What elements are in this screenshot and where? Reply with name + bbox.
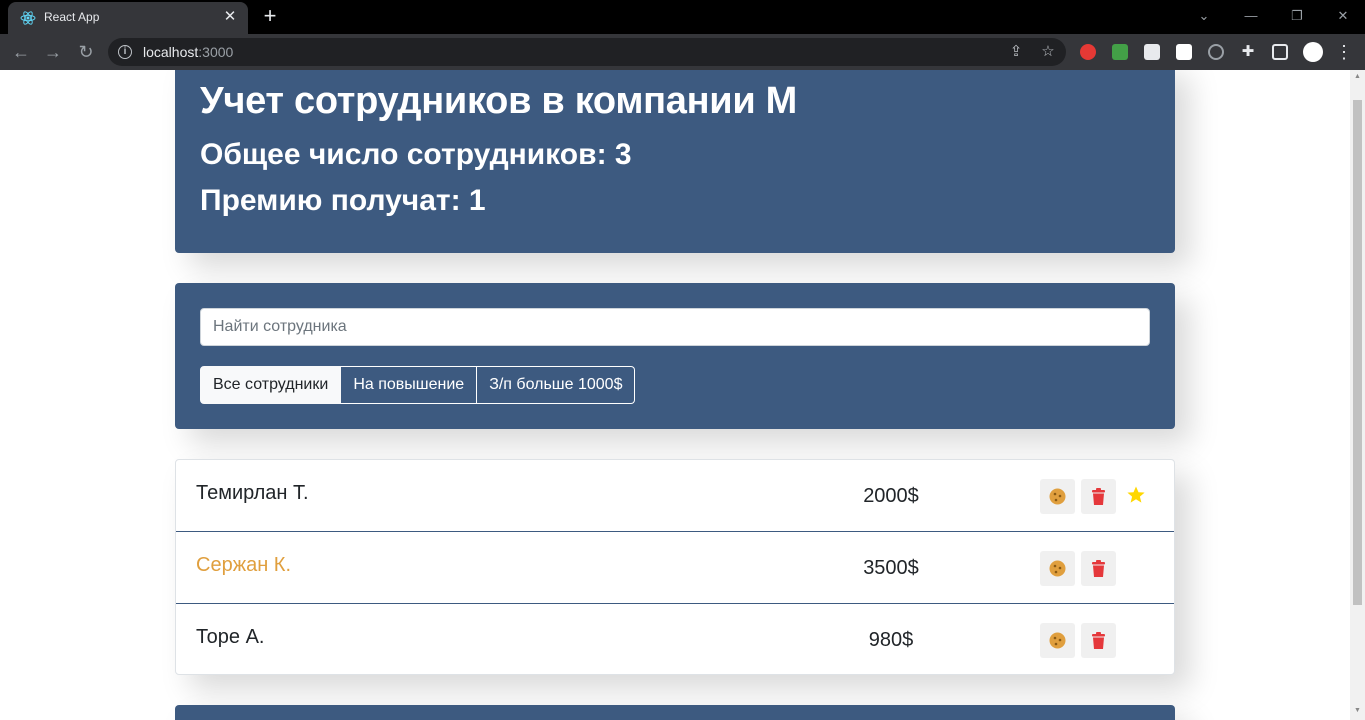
- filter-increase-button[interactable]: На повышение: [341, 366, 478, 404]
- employee-salary[interactable]: 2000$: [816, 485, 966, 508]
- filter-all-button[interactable]: Все сотрудники: [200, 366, 342, 404]
- trash-icon: [1092, 560, 1105, 577]
- minimize-button[interactable]: —: [1240, 6, 1262, 26]
- close-tab-icon[interactable]: ✕: [222, 9, 238, 25]
- employees-list: Темирлан Т. 2000$ Сержан К. 3500$ Торе А…: [175, 459, 1175, 675]
- browser-titlebar: React App ✕ + ⌄ — ❐ ✕: [0, 0, 1365, 34]
- cookie-button[interactable]: [1040, 623, 1075, 658]
- app-info-panel: Учет сотрудников в компании M Общее числ…: [175, 70, 1175, 253]
- cookie-button[interactable]: [1040, 479, 1075, 514]
- cookie-icon: [1049, 632, 1066, 649]
- sidebar-icon[interactable]: [1272, 44, 1288, 60]
- employee-name[interactable]: Темирлан Т.: [196, 482, 309, 505]
- browser-toolbar: ← → ↻ i localhost:3000 ⇪ ☆ ✚ ⋮: [0, 34, 1365, 70]
- new-tab-button[interactable]: +: [260, 5, 280, 27]
- reload-icon[interactable]: ↻: [74, 40, 98, 64]
- profile-icon[interactable]: [1303, 42, 1323, 62]
- employee-name[interactable]: Сержан К.: [196, 554, 291, 577]
- cookie-icon: [1049, 488, 1066, 505]
- extension-3-icon[interactable]: [1144, 44, 1160, 60]
- extension-2-icon[interactable]: [1112, 44, 1128, 60]
- info-icon[interactable]: i: [118, 45, 132, 59]
- employee-name[interactable]: Торе А.: [196, 626, 264, 649]
- react-icon: [20, 11, 36, 25]
- delete-button[interactable]: [1081, 551, 1116, 586]
- page-title: Учет сотрудников в компании M: [200, 80, 798, 122]
- trash-icon: [1092, 488, 1105, 505]
- back-icon[interactable]: ←: [9, 40, 33, 64]
- bookmark-star-icon[interactable]: ☆: [1038, 42, 1058, 62]
- extension-5-icon[interactable]: [1208, 44, 1224, 60]
- extension-aero-icon[interactable]: [1176, 44, 1192, 60]
- total-employees-label: Общее число сотрудников: 3: [200, 138, 632, 171]
- browser-tab[interactable]: React App ✕: [8, 2, 248, 34]
- page-scrollbar[interactable]: ▲ ▼: [1350, 70, 1365, 720]
- employee-salary[interactable]: 3500$: [816, 557, 966, 580]
- list-item: Торе А. 980$: [176, 604, 1174, 676]
- scroll-down-icon[interactable]: ▼: [1353, 707, 1362, 717]
- cookie-button[interactable]: [1040, 551, 1075, 586]
- search-panel: Все сотрудники На повышение З/п больше 1…: [175, 283, 1175, 429]
- list-item: Сержан К. 3500$: [176, 532, 1174, 604]
- tab-search-icon[interactable]: ⌄: [1193, 6, 1215, 26]
- menu-dots-icon[interactable]: ⋮: [1332, 40, 1356, 64]
- bonus-count-label: Премию получат: 1: [200, 184, 486, 217]
- trash-icon: [1092, 632, 1105, 649]
- scroll-up-icon[interactable]: ▲: [1353, 73, 1362, 83]
- extension-adblock-icon[interactable]: [1080, 44, 1096, 60]
- url-text: localhost:3000: [143, 44, 234, 60]
- scrollbar-thumb[interactable]: [1353, 100, 1362, 605]
- puzzle-icon[interactable]: ✚: [1236, 40, 1260, 64]
- forward-icon[interactable]: →: [41, 40, 65, 64]
- employee-salary[interactable]: 980$: [816, 629, 966, 652]
- address-bar[interactable]: i localhost:3000 ⇪ ☆: [108, 38, 1066, 66]
- search-input[interactable]: [200, 308, 1150, 346]
- restore-button[interactable]: ❐: [1286, 6, 1308, 26]
- tab-title: React App: [44, 10, 100, 24]
- filter-salary-button[interactable]: З/п больше 1000$: [477, 366, 636, 404]
- list-item: Темирлан Т. 2000$: [176, 460, 1174, 532]
- page-viewport: Учет сотрудников в компании M Общее числ…: [0, 70, 1350, 720]
- close-window-button[interactable]: ✕: [1332, 6, 1354, 26]
- share-icon[interactable]: ⇪: [1006, 42, 1026, 62]
- filter-group: Все сотрудники На повышение З/п больше 1…: [200, 366, 636, 404]
- cookie-icon: [1049, 560, 1066, 577]
- add-employee-panel: [175, 705, 1175, 720]
- star-icon: [1127, 486, 1145, 503]
- delete-button[interactable]: [1081, 479, 1116, 514]
- delete-button[interactable]: [1081, 623, 1116, 658]
